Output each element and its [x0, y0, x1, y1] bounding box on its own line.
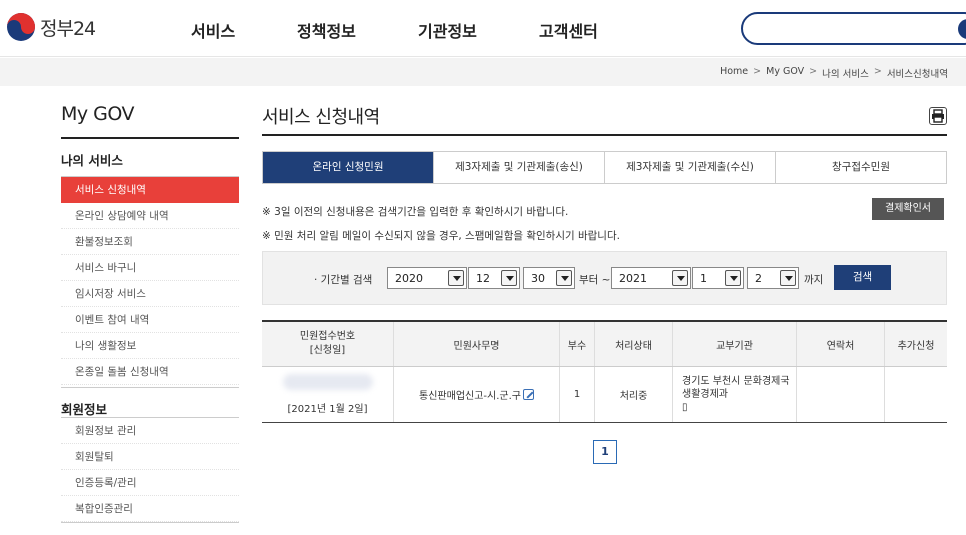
- chevron-right-icon: >: [809, 66, 818, 77]
- to-year-select[interactable]: 2021: [611, 267, 691, 289]
- from-day-value: 30: [531, 272, 545, 285]
- table-header: 민원접수번호 [신청일] 민원사무명 부수 처리상태 교부기관 연락처 추가신청: [262, 320, 947, 367]
- tab-online-request[interactable]: 온라인 신청민원: [263, 152, 433, 183]
- col-receipt-no-line2: [신청일]: [309, 345, 346, 356]
- cell-receipt-no: [2021년 1월 2일]: [262, 367, 393, 422]
- from-year-value: 2020: [395, 272, 423, 285]
- crumb-my-services[interactable]: 나의 서비스: [822, 66, 869, 80]
- tab-counter-request[interactable]: 창구접수민원: [775, 152, 946, 183]
- nav-policy-info[interactable]: 정책정보: [297, 18, 356, 42]
- print-button[interactable]: [929, 107, 947, 125]
- period-filter: · 기간별 검색 2020 12 30 부터 ~ 2021 1 2 까지 검색: [262, 251, 947, 305]
- col-service-name: 민원사무명: [393, 322, 559, 366]
- sidebar-item-service-basket[interactable]: 서비스 바구니: [61, 255, 239, 281]
- taegeuk-logo-icon: [7, 13, 35, 41]
- agency-name: 경기도 부천시 문화경제국 생활경제과: [682, 376, 790, 400]
- sidebar-item-event-history[interactable]: 이벤트 참여 내역: [61, 307, 239, 333]
- to-month-select[interactable]: 1: [692, 267, 744, 289]
- divider: [262, 134, 947, 136]
- to-year-value: 2021: [619, 272, 647, 285]
- from-month-select[interactable]: 12: [468, 267, 520, 289]
- table-row: [2021년 1월 2일] 통신판매업신고-시.군.구 1 처리중 경기도 부천…: [262, 367, 947, 423]
- notice-period: ※ 3일 이전의 신청내용은 검색기간을 입력한 후 확인하시기 바랍니다.: [262, 206, 569, 218]
- sidebar-item-care-history[interactable]: 온종일 돌봄 신청내역: [61, 359, 239, 385]
- main-content: 서비스 신청내역 온라인 신청민원 제3자제출 및 기관제출(송신) 제3자제출…: [262, 103, 947, 464]
- sidebar-item-service-history[interactable]: 서비스 신청내역: [61, 177, 239, 203]
- page-number-button[interactable]: 1: [593, 440, 617, 464]
- sidebar-item-life-info[interactable]: 나의 생활정보: [61, 333, 239, 359]
- service-name-link[interactable]: 통신판매업신고-시.군.구: [419, 387, 521, 402]
- crumb-mygov[interactable]: My GOV: [766, 66, 804, 80]
- to-day-select[interactable]: 2: [747, 267, 799, 289]
- cell-additional: [884, 367, 947, 422]
- cell-copies: 1: [559, 367, 594, 422]
- col-additional: 추가신청: [884, 322, 947, 366]
- period-search-button[interactable]: 검색: [834, 265, 891, 290]
- col-receipt-no: 민원접수번호 [신청일]: [262, 322, 393, 366]
- sidebar-item-member-manage[interactable]: 회원정보 관리: [61, 418, 239, 444]
- sidebar-item-multi-auth[interactable]: 복합인증관리: [61, 496, 239, 522]
- sidebar-title: My GOV: [61, 103, 135, 125]
- sidebar-section-my-services[interactable]: 나의 서비스: [61, 139, 239, 176]
- from-month-value: 12: [476, 272, 490, 285]
- tab-third-party-received[interactable]: 제3자제출 및 기관제출(수신): [604, 152, 775, 183]
- tab-third-party-sent[interactable]: 제3자제출 및 기관제출(송신): [433, 152, 604, 183]
- nav-customer-center[interactable]: 고객센터: [539, 18, 598, 42]
- from-year-select[interactable]: 2020: [387, 267, 467, 289]
- breadcrumb: Home > My GOV > 나의 서비스 > 서비스신청내역: [720, 66, 948, 80]
- edit-icon[interactable]: [522, 389, 534, 400]
- col-issuing-agency: 교부기관: [672, 322, 796, 366]
- site-header: 정부24 서비스 정책정보 기관정보 고객센터: [0, 0, 966, 57]
- chevron-right-icon: >: [753, 66, 762, 77]
- col-contact: 연락처: [796, 322, 884, 366]
- col-status: 처리상태: [594, 322, 672, 366]
- notice-spam: ※ 민원 처리 알림 메일이 수신되지 않을 경우, 스팸메일함을 확인하시기 …: [262, 230, 620, 242]
- search-input[interactable]: [741, 12, 966, 45]
- sidebar-list-my-services: 서비스 신청내역 온라인 상담예약 내역 환불정보조회 서비스 바구니 임시저장…: [61, 176, 239, 385]
- sidebar-item-consult-reservation[interactable]: 온라인 상담예약 내역: [61, 203, 239, 229]
- cell-service-name[interactable]: 통신판매업신고-시.군.구: [393, 367, 559, 422]
- cell-agency: 경기도 부천시 문화경제국 생활경제과 ▯: [672, 367, 796, 422]
- sidebar-item-withdraw[interactable]: 회원탈퇴: [61, 444, 239, 470]
- cell-status: 처리중: [594, 367, 672, 422]
- sidebar-item-cert-manage[interactable]: 인증등록/관리: [61, 470, 239, 496]
- chevron-down-icon: [448, 270, 464, 286]
- crumb-current: 서비스신청내역: [886, 69, 948, 80]
- printer-icon: [932, 109, 944, 123]
- sidebar-section-member-info[interactable]: 회원정보: [61, 387, 239, 417]
- redacted-receipt-number: [282, 374, 373, 390]
- to-suffix: 까지: [804, 274, 824, 286]
- nav-services[interactable]: 서비스: [191, 18, 235, 42]
- cell-contact: [796, 367, 884, 422]
- from-day-select[interactable]: 30: [523, 267, 575, 289]
- payment-receipt-button[interactable]: 결제확인서: [872, 198, 944, 220]
- tab-bar: 온라인 신청민원 제3자제출 및 기관제출(송신) 제3자제출 및 기관제출(수…: [262, 151, 947, 184]
- cell-date: [2021년 1월 2일]: [287, 404, 368, 415]
- sidebar-item-refund-info[interactable]: 환불정보조회: [61, 229, 239, 255]
- sidebar: My GOV 나의 서비스 서비스 신청내역 온라인 상담예약 내역 환불정보조…: [61, 103, 239, 523]
- request-table: 민원접수번호 [신청일] 민원사무명 부수 처리상태 교부기관 연락처 추가신청…: [262, 320, 947, 423]
- from-suffix: 부터 ~: [579, 274, 611, 286]
- site-logo[interactable]: 정부24: [6, 12, 96, 42]
- nav-agency-info[interactable]: 기관정보: [418, 18, 477, 42]
- page-title: 서비스 신청내역: [262, 107, 380, 128]
- chevron-down-icon: [501, 270, 517, 286]
- breadcrumb-bar: Home > My GOV > 나의 서비스 > 서비스신청내역: [0, 58, 966, 86]
- sidebar-item-temp-saved[interactable]: 임시저장 서비스: [61, 281, 239, 307]
- logo-text: 정부24: [40, 17, 96, 40]
- chevron-down-icon: [725, 270, 741, 286]
- col-receipt-no-line1: 민원접수번호: [299, 331, 356, 342]
- chevron-down-icon: [672, 270, 688, 286]
- to-month-value: 1: [700, 272, 707, 285]
- chevron-down-icon: [780, 270, 796, 286]
- agency-extra: ▯: [682, 402, 688, 413]
- sidebar-list-member-info: 회원정보 관리 회원탈퇴 인증등록/관리 복합인증관리: [61, 417, 239, 523]
- to-day-value: 2: [755, 272, 762, 285]
- chevron-down-icon: [556, 270, 572, 286]
- crumb-home[interactable]: Home: [720, 66, 748, 80]
- col-copies: 부수: [559, 322, 594, 366]
- period-label: · 기간별 검색: [314, 274, 373, 286]
- chevron-right-icon: >: [873, 66, 882, 77]
